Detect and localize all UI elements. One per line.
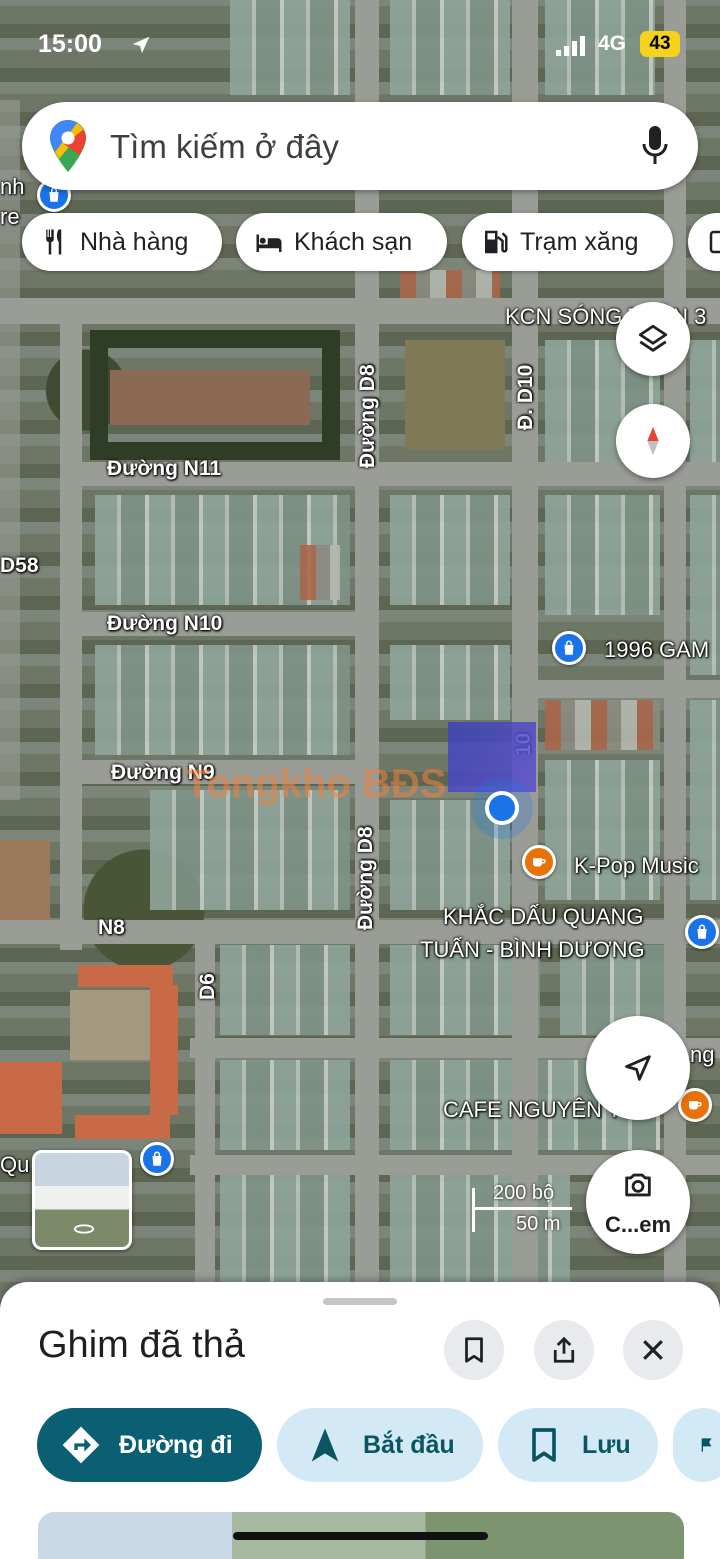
directions-label: Đường đi [119,1430,233,1459]
navigation-start-icon [311,1428,339,1462]
coffee-cup-icon [533,858,546,867]
cellular-signal-icon [556,36,585,56]
shopping-bag-icon [697,924,707,939]
bookmark-icon [465,1337,483,1363]
scale-imperial: 200 bộ [493,1182,555,1204]
share-button[interactable] [534,1320,594,1380]
lens-button[interactable]: C...em [586,1150,690,1254]
place-label-partial-left[interactable]: nh re [0,172,24,232]
road-label-d6: D6 [196,973,219,1000]
shopping-pin-khac-dau[interactable] [685,915,719,949]
more-action-button[interactable] [673,1408,720,1482]
my-location-dot [485,791,519,825]
scale-metric: 50 m [516,1213,561,1235]
close-icon [643,1340,663,1360]
map-scale: 200 bộ 50 m [446,1180,576,1236]
hotel-icon [256,234,282,252]
layers-icon [638,324,668,352]
place-label-kpop[interactable]: K-Pop Music [574,853,699,879]
place-label-khac-dau-1[interactable]: KHẮC DẤU QUANG [443,904,643,930]
sheet-title: Ghim đã thả [38,1324,245,1366]
camera-lens-icon [625,1173,651,1197]
road-label-d8-bottom: Đường D8 [354,826,377,930]
rotate-360-icon [73,1224,95,1234]
directions-button[interactable]: Đường đi [37,1408,262,1482]
place-label-khac-dau-2[interactable]: TUẤN - BÌNH DƯƠNG [420,937,645,963]
place-label-partial-qu[interactable]: Qu [0,1152,29,1178]
road-label-n10: Đường N10 [107,612,223,635]
compass-button[interactable] [616,404,690,478]
street-view-thumbnail[interactable] [32,1150,132,1250]
directions-icon [62,1426,100,1464]
bottom-sheet[interactable]: Ghim đã thả Đường đi Bắt đầu Lưu [0,1282,720,1559]
flag-icon [701,1438,712,1452]
status-bar: 15:00 4G 43 [0,28,720,64]
close-button[interactable] [623,1320,683,1380]
shopping-pin-1996-gam[interactable] [552,631,586,665]
battery-level: 43 [640,31,680,57]
road-label-d58: D58 [0,554,39,577]
search-bar[interactable]: Tìm kiếm ở đây [22,102,698,190]
dropped-pin-area[interactable] [448,722,536,792]
start-label: Bắt đầu [363,1430,455,1459]
compass-icon [647,426,659,456]
layers-button[interactable] [616,302,690,376]
chip-label: Khách sạn [294,227,413,256]
sheet-drag-handle[interactable] [323,1298,397,1305]
start-button[interactable]: Bắt đầu [277,1408,483,1482]
search-placeholder[interactable]: Tìm kiếm ở đây [110,128,339,166]
shopping-pin-school[interactable] [140,1142,174,1176]
share-icon [553,1336,575,1363]
bookmark-icon [532,1428,556,1462]
chip-label: Trạm xăng [520,227,639,256]
shopping-bag-icon [564,640,574,655]
road-label-d8-top: Đường D8 [356,364,379,468]
watermark: Tongkho BĐS [185,762,447,806]
my-location-button[interactable] [586,1016,690,1120]
google-maps-logo-icon [50,120,86,172]
shopping-icon [709,230,720,254]
cafe-pin-kpop[interactable] [522,845,556,879]
navigation-arrow-icon [625,1055,651,1081]
home-indicator[interactable] [233,1532,488,1540]
network-type: 4G [598,32,627,55]
chip-restaurants[interactable]: Nhà hàng [22,213,222,271]
place-label-1996-gam[interactable]: 1996 GAM [604,637,709,663]
gas-station-icon [485,230,508,254]
save-label: Lưu [582,1430,631,1459]
chip-hotels[interactable]: Khách sạn [236,213,447,271]
coffee-cup-icon [689,1101,702,1110]
road-label-d10: Đ. D10 [514,364,537,430]
location-arrow-icon [132,36,150,54]
road-label-n8: N8 [98,916,125,939]
save-button[interactable]: Lưu [498,1408,658,1482]
road-label-n11: Đường N11 [107,457,222,480]
lens-label: C...em [604,1212,672,1237]
chip-label: Nhà hàng [80,227,189,256]
status-time: 15:00 [38,30,102,58]
restaurant-icon [46,229,62,255]
place-label-partial-ng[interactable]: ng [690,1042,714,1068]
bookmark-button[interactable] [444,1320,504,1380]
microphone-icon[interactable] [640,124,670,168]
shopping-bag-icon [152,1151,162,1166]
chip-gas-stations[interactable]: Trạm xăng [462,213,673,271]
